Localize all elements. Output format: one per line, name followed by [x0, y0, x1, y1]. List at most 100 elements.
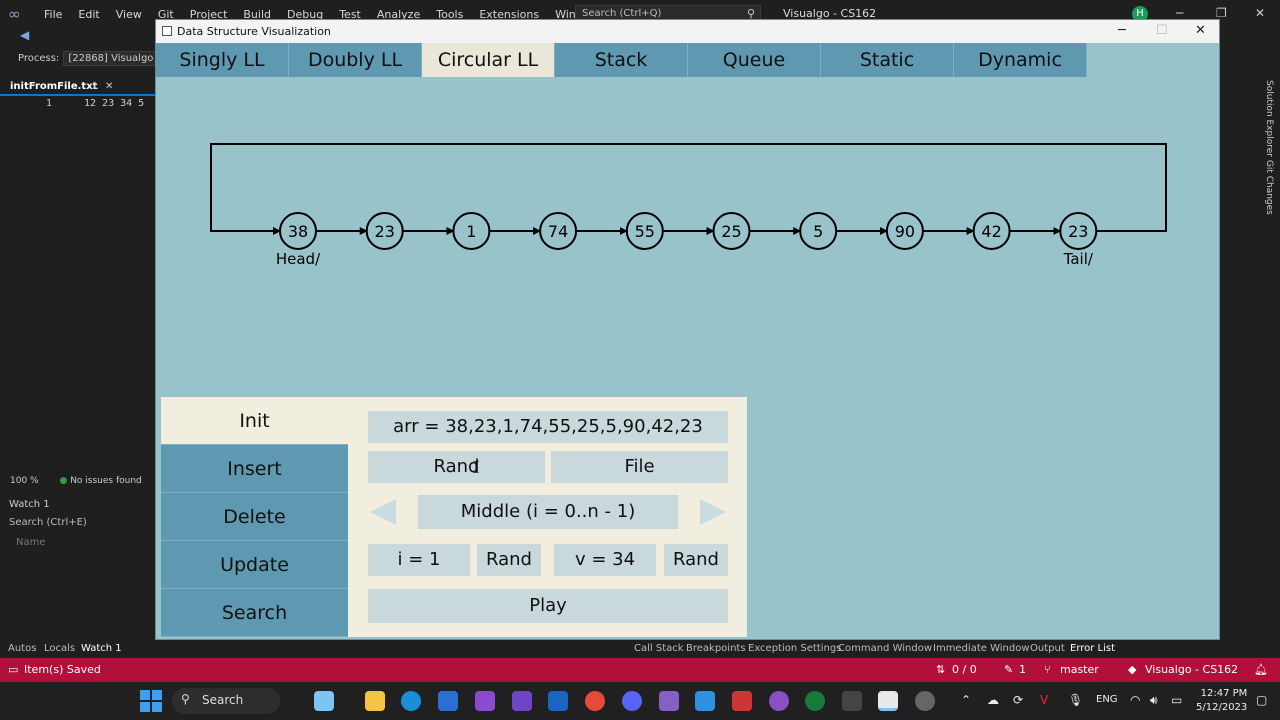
tab-output[interactable]: Output: [1030, 643, 1065, 654]
line-text: 12 23 34 5: [84, 98, 145, 109]
tab-breakpoints[interactable]: Breakpoints: [686, 643, 746, 654]
xbox-icon[interactable]: [805, 691, 825, 711]
git-icon[interactable]: [732, 691, 752, 711]
op-search[interactable]: Search: [161, 589, 348, 637]
github-desktop-icon[interactable]: [769, 691, 789, 711]
tab-autos[interactable]: Autos: [8, 643, 36, 654]
rand-button[interactable]: Rand: [368, 451, 545, 483]
store-icon[interactable]: [438, 691, 458, 711]
status-icon: ▭: [8, 663, 19, 676]
tab-singly-ll[interactable]: Singly LL: [156, 43, 289, 77]
windows-start-icon[interactable]: [140, 690, 162, 712]
status-repo[interactable]: Visualgo - CS162: [1145, 663, 1238, 676]
tab-initfromfile[interactable]: initFromFile.txt ⊥ ✕: [0, 80, 155, 96]
tab-locals[interactable]: Locals: [44, 643, 75, 654]
teams-icon[interactable]: [475, 691, 495, 711]
tab-call-stack[interactable]: Call Stack: [634, 643, 684, 654]
vivaldi-icon[interactable]: V: [1040, 693, 1048, 707]
op-delete[interactable]: Delete: [161, 493, 348, 541]
close-icon[interactable]: ✕: [1195, 23, 1206, 38]
tab-stack[interactable]: Stack: [555, 43, 688, 77]
watch-search-input[interactable]: Search (Ctrl+E): [9, 517, 149, 528]
vs-menu-view[interactable]: View: [108, 8, 150, 21]
position-select[interactable]: Middle (i = 0..n - 1): [418, 495, 678, 529]
microphone-icon[interactable]: 🎙︎: [1068, 693, 1083, 707]
outlook-icon[interactable]: [548, 691, 568, 711]
process-select[interactable]: [22868] Visualgo - CS: [63, 51, 155, 66]
index-rand-button[interactable]: Rand: [477, 544, 541, 576]
tab-doubly-ll[interactable]: Doubly LL: [289, 43, 422, 77]
tab-exception-settings[interactable]: Exception Settings: [748, 643, 841, 654]
restore-icon[interactable]: ❐: [1216, 6, 1227, 20]
minimize-icon[interactable]: ─: [1176, 6, 1183, 20]
op-insert[interactable]: Insert: [161, 445, 348, 493]
index-input[interactable]: i = 1: [368, 544, 470, 576]
play-button[interactable]: Play: [368, 589, 728, 623]
code-editor[interactable]: 1 12 23 34 5: [0, 96, 155, 474]
sync-icon[interactable]: ⟳: [1013, 693, 1023, 707]
taskbar-search[interactable]: ⚲ Search: [172, 688, 280, 714]
tab-watch1[interactable]: Watch 1: [81, 643, 122, 654]
language-indicator[interactable]: ENG: [1096, 694, 1118, 705]
file-explorer-icon[interactable]: [365, 691, 385, 711]
clock[interactable]: 12:47 PM 5/12/2023: [1196, 687, 1247, 715]
clock-date: 5/12/2023: [1196, 702, 1248, 713]
battery-icon[interactable]: ▭: [1171, 693, 1182, 707]
pencil-icon: ✎: [1004, 663, 1014, 676]
status-branch[interactable]: master: [1060, 663, 1099, 676]
notification-bell-icon[interactable]: 🔔︎: [1254, 663, 1268, 676]
volume-icon[interactable]: 🔊︎: [1150, 693, 1158, 708]
maximize-icon[interactable]: ☐: [1156, 23, 1168, 38]
edge-icon[interactable]: [401, 691, 421, 711]
node-value: 5: [813, 222, 823, 241]
branch-icon: ⑂: [1044, 663, 1051, 676]
terminal-icon[interactable]: [842, 691, 862, 711]
onedrive-icon[interactable]: ☁: [987, 693, 999, 707]
arrow-right-icon[interactable]: [700, 499, 726, 525]
op-init[interactable]: Init: [161, 397, 348, 445]
tab-queue[interactable]: Queue: [688, 43, 821, 77]
value-input[interactable]: v = 34: [554, 544, 656, 576]
close-icon[interactable]: ✕: [1255, 6, 1265, 20]
wifi-icon[interactable]: ◠: [1130, 693, 1140, 707]
app-window-icon: [162, 26, 172, 36]
file-button[interactable]: File: [551, 451, 728, 483]
visual-studio-icon[interactable]: [659, 691, 679, 711]
obs-icon[interactable]: [915, 691, 935, 711]
dsv-titlebar[interactable]: Data Structure Visualization ─ ☐ ✕: [156, 20, 1219, 43]
tab-circular-ll[interactable]: Circular LL: [422, 43, 555, 77]
status-lines[interactable]: 0 / 0: [952, 663, 977, 676]
array-input[interactable]: arr = 38,23,1,74,55,25,5,90,42,23: [368, 411, 728, 443]
visual-studio-logo-icon: ∞: [8, 5, 21, 23]
arrow-left-icon[interactable]: [370, 499, 396, 525]
zoom-level[interactable]: 100 %: [10, 476, 39, 486]
status-text: Item(s) Saved: [24, 663, 101, 676]
tab-command-window[interactable]: Command Window: [838, 643, 932, 654]
list-canvas: 38 23 1 74 55 25 5 90 42 23 Head/Tail/: [156, 77, 1219, 397]
back-icon[interactable]: ◀: [20, 28, 29, 42]
obsidian-icon[interactable]: [512, 691, 532, 711]
side-tabs[interactable]: Solution Explorer Git Changes: [1258, 80, 1274, 215]
tab-static[interactable]: Static: [821, 43, 954, 77]
op-update[interactable]: Update: [161, 541, 348, 589]
watch-title: Watch 1: [9, 499, 50, 510]
tab-error-list[interactable]: Error List: [1070, 643, 1115, 654]
discord-icon[interactable]: [622, 691, 642, 711]
widget-icon[interactable]: [314, 691, 334, 711]
vs-menu-edit[interactable]: Edit: [70, 8, 107, 21]
tab-dynamic[interactable]: Dynamic: [954, 43, 1087, 77]
tab-immediate-window[interactable]: Immediate Window: [933, 643, 1030, 654]
vscode-icon[interactable]: [695, 691, 715, 711]
notification-icon[interactable]: ▢: [1256, 693, 1267, 707]
pin-icon[interactable]: ⊥: [90, 81, 99, 92]
close-tab-icon[interactable]: ✕: [105, 81, 113, 92]
search-icon: ⚲: [181, 692, 190, 706]
dsv-app-taskbar-icon[interactable]: [878, 691, 898, 711]
value-rand-button[interactable]: Rand: [664, 544, 728, 576]
chevron-up-icon[interactable]: ⌃: [961, 693, 971, 707]
structure-tabs: Singly LL Doubly LL Circular LL Stack Qu…: [156, 43, 1087, 77]
chrome-icon[interactable]: [585, 691, 605, 711]
vs-menu-file[interactable]: File: [36, 8, 70, 21]
status-edits[interactable]: 1: [1019, 663, 1026, 676]
minimize-icon[interactable]: ─: [1118, 23, 1126, 38]
